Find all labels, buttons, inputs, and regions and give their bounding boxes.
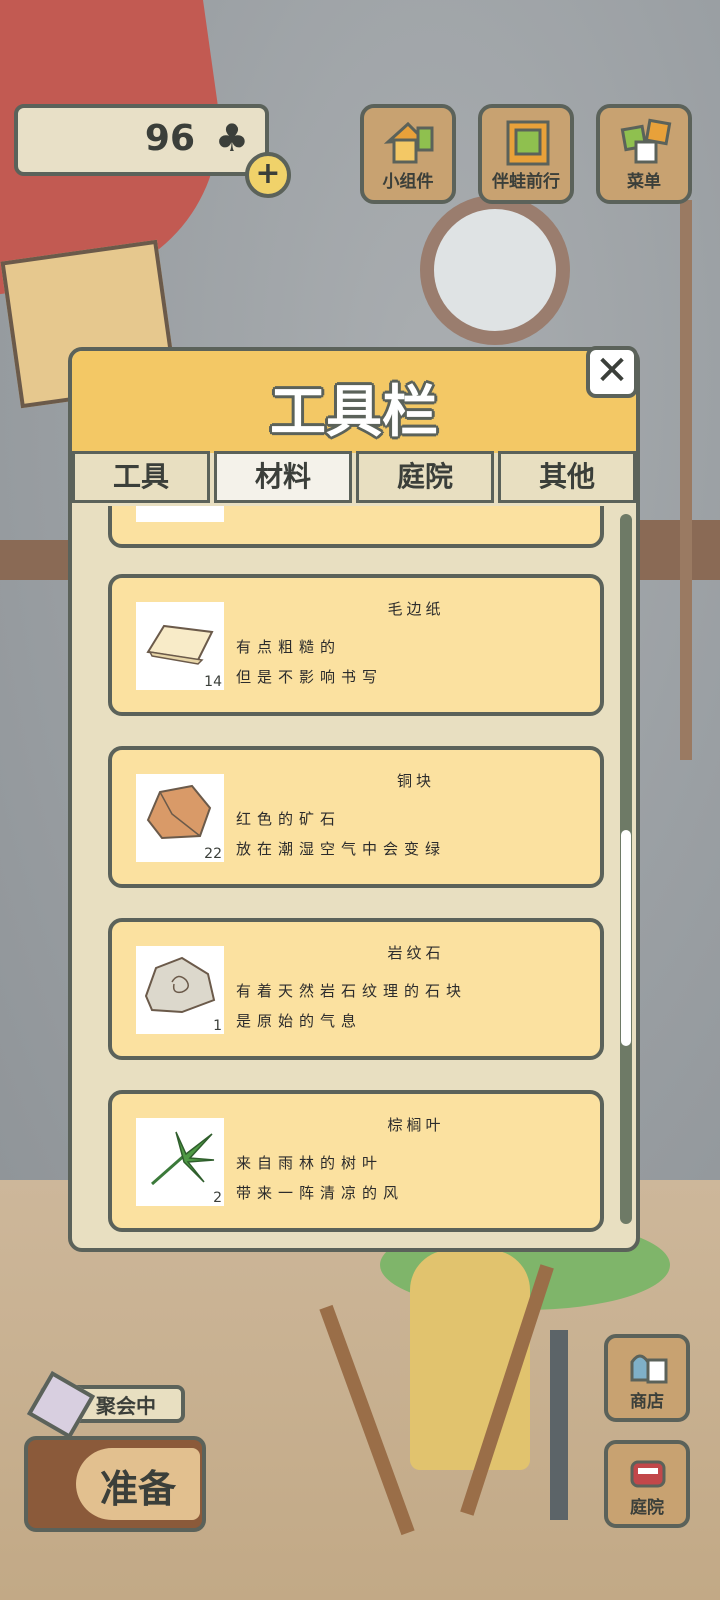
menu-button-label: 菜单: [627, 172, 661, 192]
party-status-label: 聚会中: [96, 1394, 156, 1418]
scrollbar-thumb[interactable]: [621, 830, 631, 1046]
tab-other[interactable]: 其他: [498, 451, 636, 503]
tab-tools[interactable]: 工具: [72, 451, 210, 503]
clover-counter: 96 ♣: [14, 104, 269, 176]
frog-journey-button[interactable]: 伴蛙前行: [478, 104, 574, 204]
item-quantity: 14: [204, 674, 222, 690]
materials-list[interactable]: 14 毛边纸 有点粗糙的 但是不影响书写 22 铜块 红色的矿石 放在潮湿空气中…: [72, 506, 636, 1251]
widget-button[interactable]: 小组件: [360, 104, 456, 204]
item-name: 毛边纸: [387, 600, 445, 618]
list-item[interactable]: 1 岩纹石 有着天然岩石纹理的石块 是原始的气息: [108, 918, 604, 1060]
item-description: 红色的矿石: [236, 810, 342, 828]
toolbar-tabs: 工具 材料 庭院 其他: [72, 451, 636, 505]
notebook-icon: [506, 120, 550, 166]
item-quantity: 22: [204, 846, 222, 862]
list-item[interactable]: 2 棕榈叶 来自雨林的树叶 带来一阵清凉的风: [108, 1090, 604, 1232]
item-description: 放在潮湿空气中会变绿: [236, 840, 447, 858]
item-image: 2: [136, 1118, 224, 1206]
list-item[interactable]: 22 铜块 红色的矿石 放在潮湿空气中会变绿: [108, 746, 604, 888]
item-name: 铜块: [396, 772, 435, 790]
round-window: [420, 195, 570, 345]
prepare-button-label: 准备: [99, 1467, 176, 1511]
item-name: 棕榈叶: [387, 1116, 445, 1134]
menu-button[interactable]: 菜单: [596, 104, 692, 204]
toolbar-header: 工具栏: [72, 351, 636, 453]
toolbar-title: 工具栏: [270, 380, 438, 445]
item-image: 14: [136, 602, 224, 690]
yard-button[interactable]: 庭院: [604, 1440, 690, 1528]
clover-icon: ♣: [214, 116, 249, 160]
yard-mailbox-icon: [630, 1460, 666, 1488]
item-image: 22: [136, 774, 224, 862]
shop-button-label: 商店: [630, 1392, 664, 1412]
left-shelf: [0, 540, 70, 580]
clover-count: 96: [144, 118, 195, 159]
item-description: 但是不影响书写: [236, 668, 384, 686]
widget-button-label: 小组件: [382, 172, 434, 192]
shop-bags-icon: [630, 1354, 668, 1384]
item-name: 岩纹石: [387, 944, 445, 962]
item-description: 有点粗糙的: [236, 638, 342, 656]
item-quantity: 1: [213, 1018, 222, 1034]
item-description: 来自雨林的树叶: [236, 1154, 384, 1172]
paper-sheet-icon: [146, 624, 214, 665]
close-button[interactable]: ✕: [586, 346, 638, 398]
yard-button-label: 庭院: [630, 1498, 664, 1518]
palm-leaf-icon: [151, 1131, 215, 1186]
item-description: 带来一阵清凉的风: [236, 1184, 405, 1202]
shop-button[interactable]: 商店: [604, 1334, 690, 1422]
list-item[interactable]: 14 毛边纸 有点粗糙的 但是不影响书写: [108, 574, 604, 716]
widget-house-icon: [384, 121, 434, 164]
wooden-pole: [680, 200, 692, 760]
tab-yard[interactable]: 庭院: [356, 451, 494, 503]
item-quantity: 2: [213, 1190, 222, 1206]
menu-cards-icon: [620, 118, 672, 164]
copper-ore-icon: [146, 784, 212, 840]
prepare-button-face: 准备: [76, 1448, 200, 1520]
scrollbar-track[interactable]: [620, 514, 632, 1224]
frog-journey-label: 伴蛙前行: [492, 172, 560, 192]
prepare-button[interactable]: 准备: [24, 1436, 206, 1532]
tab-materials[interactable]: 材料: [214, 451, 352, 503]
add-clover-button[interactable]: +: [245, 152, 291, 198]
item-description: 是原始的气息: [236, 1012, 363, 1030]
item-description: 有着天然岩石纹理的石块: [236, 982, 468, 1000]
toolbar-dialog: 工具栏 工具 材料 庭院 其他 14 毛边纸 有点粗糙的 但是不影响书写 22 …: [68, 347, 640, 1252]
patterned-stone-icon: [144, 956, 216, 1014]
item-image: [136, 506, 224, 522]
candle-stand: [550, 1330, 568, 1520]
item-image: 1: [136, 946, 224, 1034]
list-item[interactable]: [108, 506, 604, 548]
